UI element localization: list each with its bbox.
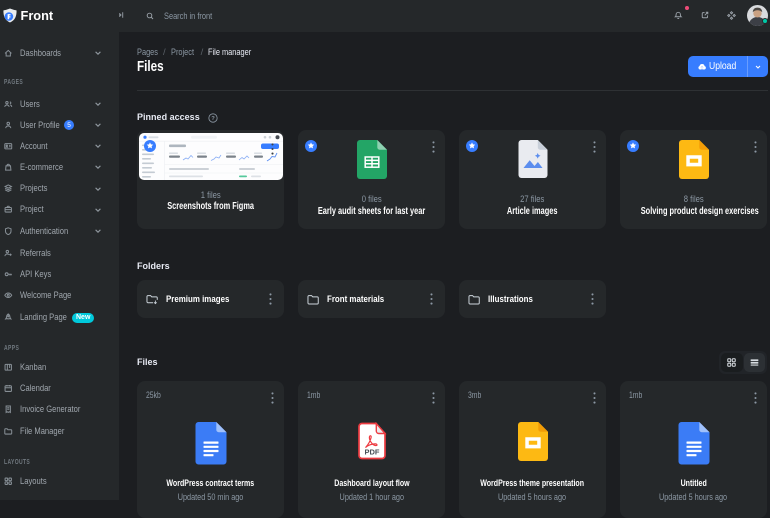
svg-text:?: ? [211, 116, 215, 122]
svg-text:PDF: PDF [364, 448, 379, 457]
